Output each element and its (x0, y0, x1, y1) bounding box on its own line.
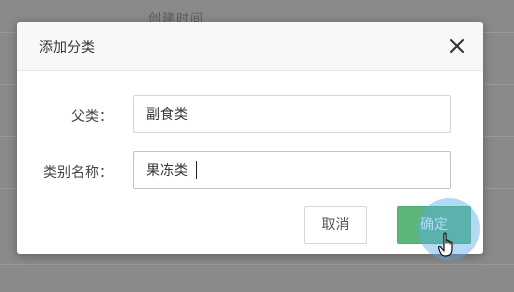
add-category-dialog: 添加分类 父类： 类别名称： 取消 确定 (17, 22, 483, 254)
background-divider (0, 264, 514, 265)
dialog-title: 添加分类 (39, 40, 95, 56)
close-icon[interactable] (445, 34, 469, 58)
form-row-name: 类别名称： (17, 151, 483, 191)
parent-category-input[interactable] (133, 95, 451, 133)
category-name-label: 类别名称： (43, 165, 113, 181)
text-caret (196, 161, 197, 179)
category-name-input[interactable] (133, 151, 451, 189)
dialog-header: 添加分类 (17, 22, 483, 71)
parent-category-label: 父类： (71, 109, 113, 125)
form-row-parent: 父类： (17, 95, 483, 135)
hand-cursor-icon (437, 232, 458, 262)
cancel-button[interactable]: 取消 (304, 206, 367, 244)
